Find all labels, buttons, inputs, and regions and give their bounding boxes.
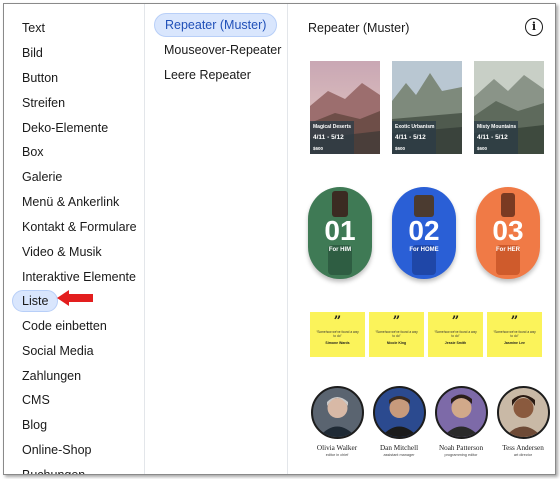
category-list: Text Bild Button Streifen Deko-Elemente … xyxy=(4,4,145,474)
category-galerie[interactable]: Galerie xyxy=(13,166,71,188)
category-buchungen[interactable]: Buchungen xyxy=(13,464,94,474)
pill-label: For HIM xyxy=(328,247,352,253)
person-photo xyxy=(442,394,480,437)
subcategory-list: Repeater (Muster) Mouseover-Repeater Lee… xyxy=(145,4,288,474)
card-caption: Magical Deserts 4/11 - 5/12 $600 xyxy=(310,121,354,154)
pill-label: For HOME xyxy=(409,247,439,253)
info-icon[interactable]: i xyxy=(525,18,543,36)
avatar xyxy=(434,386,488,439)
category-video-musik[interactable]: Video & Musik xyxy=(13,241,111,263)
testimonial-card[interactable]: ” “Somehow we’ve found a way to do” Simo… xyxy=(310,312,365,357)
category-box[interactable]: Box xyxy=(13,141,53,163)
sub-mouseover-repeater[interactable]: Mouseover-Repeater xyxy=(154,38,291,62)
category-button[interactable]: Button xyxy=(13,67,67,89)
repeater-pill[interactable]: 01 For HIM xyxy=(308,187,372,279)
card-dates: 4/11 - 5/12 xyxy=(313,134,344,141)
category-menu-ankerlink[interactable]: Menü & Ankerlink xyxy=(13,191,128,213)
repeater-card[interactable]: Misty Mountains 4/11 - 5/12 $600 xyxy=(474,61,544,154)
red-arrow-icon xyxy=(57,290,93,306)
card-dates: 4/11 - 5/12 xyxy=(395,134,426,141)
category-bild[interactable]: Bild xyxy=(13,42,52,64)
quote-author: Nicole King xyxy=(386,341,407,345)
card-caption: Exotic Urbanism 4/11 - 5/12 $600 xyxy=(392,121,436,154)
card-title: Magical Deserts xyxy=(313,124,352,130)
card-price: $600 xyxy=(395,146,406,151)
category-text[interactable]: Text xyxy=(13,17,54,39)
card-price: $600 xyxy=(313,146,324,151)
member-name: Tess Andersen xyxy=(502,444,544,452)
card-dates: 4/11 - 5/12 xyxy=(477,134,508,141)
category-interaktive-elemente[interactable]: Interaktive Elemente xyxy=(13,266,144,288)
quote-mark-icon: ” xyxy=(392,314,401,329)
category-liste[interactable]: Liste xyxy=(12,290,59,312)
sub-repeater-muster[interactable]: Repeater (Muster) xyxy=(154,13,278,37)
category-streifen[interactable]: Streifen xyxy=(13,92,74,114)
card-title: Misty Mountains xyxy=(477,124,517,130)
testimonial-card[interactable]: ” “Somehow we’ve found a way to do” Jess… xyxy=(428,312,483,357)
card-caption: Misty Mountains 4/11 - 5/12 $600 xyxy=(474,121,518,154)
person-photo xyxy=(504,395,542,437)
avatar xyxy=(310,386,364,439)
member-role: art director xyxy=(513,453,533,457)
pill-number: 02 xyxy=(408,215,440,246)
quote-text: “Somehow we’ve found a way to do” xyxy=(493,330,536,338)
add-elements-panel: Text Bild Button Streifen Deko-Elemente … xyxy=(3,3,556,475)
testimonial-card[interactable]: ” “Somehow we’ve found a way to do” Nico… xyxy=(369,312,424,357)
repeater-pill[interactable]: 02 For HOME xyxy=(392,187,456,279)
pill-label: For HER xyxy=(496,247,520,253)
category-zahlungen[interactable]: Zahlungen xyxy=(13,365,90,387)
team-member[interactable]: Noah Patterson programming editor xyxy=(432,386,490,457)
category-kontakt-formulare[interactable]: Kontakt & Formulare xyxy=(13,216,144,238)
category-blog[interactable]: Blog xyxy=(13,414,56,436)
quote-mark-icon: ” xyxy=(333,314,342,329)
avatar xyxy=(372,386,426,439)
quote-author: Jessie Smith xyxy=(444,341,467,345)
quote-author: Simone Wards xyxy=(325,341,350,345)
card-price: $600 xyxy=(477,146,488,151)
avatar xyxy=(496,386,550,439)
preview-panel: Repeater (Muster) i Magical Deserts 4/11… xyxy=(288,4,555,474)
category-deko-elemente[interactable]: Deko-Elemente xyxy=(13,117,117,139)
testimonial-card[interactable]: ” “Somehow we’ve found a way to do” Jasm… xyxy=(487,312,542,357)
repeater-card[interactable]: Exotic Urbanism 4/11 - 5/12 $600 xyxy=(392,61,462,154)
member-name: Olivia Walker xyxy=(316,444,358,452)
quote-text: “Somehow we’ve found a way to do” xyxy=(316,330,359,338)
category-social-media[interactable]: Social Media xyxy=(13,340,103,362)
member-role: programming editor xyxy=(444,453,478,457)
quote-mark-icon: ” xyxy=(451,314,460,329)
category-cms[interactable]: CMS xyxy=(13,389,59,411)
quote-author: Jasmine Lee xyxy=(503,341,525,345)
member-name: Noah Patterson xyxy=(438,444,484,452)
member-name: Dan Mitchell xyxy=(379,444,419,452)
pill-number: 03 xyxy=(492,215,524,246)
member-role: editor in chief xyxy=(325,453,349,457)
preview-title: Repeater (Muster) xyxy=(308,21,410,35)
quote-mark-icon: ” xyxy=(510,314,519,329)
person-photo xyxy=(380,396,418,437)
quote-text: “Somehow we’ve found a way to do” xyxy=(434,330,477,338)
repeater-card[interactable]: Magical Deserts 4/11 - 5/12 $600 xyxy=(310,61,380,154)
card-title: Exotic Urbanism xyxy=(395,124,435,130)
category-online-shop[interactable]: Online-Shop xyxy=(13,439,101,461)
person-photo xyxy=(318,397,356,437)
member-role: assistant manager xyxy=(383,453,415,457)
category-code-einbetten[interactable]: Code einbetten xyxy=(13,315,116,337)
team-member[interactable]: Tess Andersen art director xyxy=(494,386,552,457)
quote-text: “Somehow we’ve found a way to do” xyxy=(375,330,418,338)
team-member[interactable]: Olivia Walker editor in chief xyxy=(308,386,366,457)
pill-number: 01 xyxy=(324,215,356,246)
repeater-pill[interactable]: 03 For HER xyxy=(476,187,540,279)
sub-leere-repeater[interactable]: Leere Repeater xyxy=(154,63,261,87)
team-member[interactable]: Dan Mitchell assistant manager xyxy=(370,386,428,457)
